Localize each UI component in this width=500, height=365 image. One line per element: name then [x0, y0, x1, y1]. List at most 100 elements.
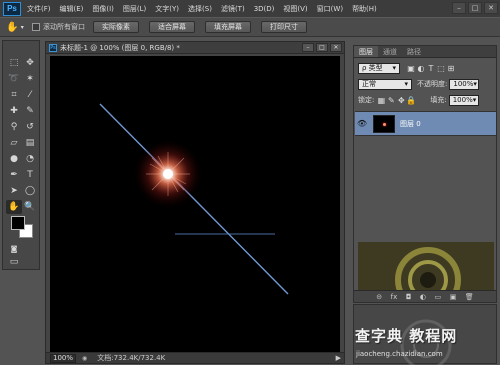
foreground-color-swatch[interactable]	[11, 216, 25, 230]
ellipse-tool-icon[interactable]: ◯	[22, 184, 38, 198]
magic-wand-tool-icon[interactable]: ✶	[22, 72, 38, 86]
text-tool-icon[interactable]: T	[22, 168, 38, 182]
scroll-all-windows-checkbox[interactable]	[32, 23, 40, 31]
path-selection-tool-icon[interactable]: ➤	[6, 184, 22, 198]
menu-filter[interactable]: 滤镜(T)	[221, 4, 245, 14]
healing-brush-tool-icon[interactable]: ✚	[6, 104, 22, 118]
smart-object-filter-icon[interactable]: ⊞	[446, 63, 456, 73]
opacity-field[interactable]: 100% ▾	[449, 78, 480, 90]
blend-mode-value: 正常	[362, 80, 376, 88]
menu-view[interactable]: 视图(V)	[283, 4, 307, 14]
artwork-preview	[358, 242, 494, 290]
type-filter-icon[interactable]: T	[426, 63, 436, 73]
pixel-filter-icon[interactable]: ▣	[406, 63, 416, 73]
opacity-label: 不透明度:	[417, 80, 448, 88]
eye-icon[interactable]: 👁	[355, 119, 369, 128]
dodge-tool-icon[interactable]: ◔	[22, 152, 38, 166]
status-bar: 100% ◉ 文档:732.4K/732.4K ▶	[46, 352, 344, 363]
add-mask-icon[interactable]: ◘	[406, 293, 412, 301]
blend-mode-dropdown[interactable]: 正常 ▾	[358, 78, 412, 90]
screen-mode-icon[interactable]: ▭	[6, 255, 22, 269]
fill-field[interactable]: 100% ▾	[448, 94, 479, 106]
opacity-value: 100%	[453, 80, 474, 88]
fill-screen-button[interactable]: 填充屏幕	[205, 21, 251, 33]
shape-filter-icon[interactable]: ⬚	[436, 63, 446, 73]
new-group-icon[interactable]: ▭	[435, 293, 442, 301]
gradient-tool-icon[interactable]: ▤	[22, 136, 38, 150]
tab-paths[interactable]: 路径	[402, 46, 426, 57]
trash-icon[interactable]: 🗑	[465, 293, 474, 301]
hand-tool-icon[interactable]: ✋	[6, 200, 22, 214]
tab-layers[interactable]: 图层	[354, 46, 378, 57]
lock-position-icon[interactable]: ✥	[396, 95, 406, 105]
menu-image[interactable]: 图像(I)	[92, 4, 114, 14]
lock-all-icon[interactable]: 🔒	[406, 95, 416, 105]
tab-channels[interactable]: 通道	[378, 46, 402, 57]
eyedropper-tool-icon[interactable]: ⁄	[22, 88, 38, 102]
brush-tool-icon[interactable]: ✎	[22, 104, 38, 118]
kind-filter-dropdown[interactable]: ρ 类型 ▾	[358, 62, 400, 74]
ps-document-icon: Ps	[49, 43, 57, 52]
lock-image-icon[interactable]: ✎	[386, 95, 396, 105]
new-layer-icon[interactable]: ▣	[450, 293, 457, 301]
blur-tool-icon[interactable]: ●	[6, 152, 22, 166]
history-brush-tool-icon[interactable]: ↺	[22, 120, 38, 134]
menu-type[interactable]: 文字(Y)	[155, 4, 179, 14]
maximize-button[interactable]: □	[468, 2, 482, 14]
fit-screen-button[interactable]: 适合屏幕	[149, 21, 195, 33]
lens-flare-artwork	[50, 56, 340, 352]
menu-help[interactable]: 帮助(H)	[352, 4, 377, 14]
crop-tool-icon[interactable]: ⌗	[6, 88, 22, 102]
watermark-text: 查字典 教程网	[355, 327, 458, 345]
pen-tool-icon[interactable]: ✒	[6, 168, 22, 182]
menu-select[interactable]: 选择(S)	[188, 4, 212, 14]
fill-value: 100%	[452, 96, 473, 104]
fill-label: 填充:	[430, 96, 447, 104]
layer-name[interactable]: 图层 0	[400, 119, 421, 129]
link-layers-icon[interactable]: ⊝	[376, 293, 382, 301]
actual-pixels-button[interactable]: 实际像素	[93, 21, 139, 33]
canvas[interactable]	[50, 56, 340, 352]
menu-bar: Ps 文件(F) 编辑(E) 图像(I) 图层(L) 文字(Y) 选择(S) 滤…	[0, 0, 500, 17]
document-window: Ps 未标题-1 @ 100% (图层 0, RGB/8) * – □ ✕ 10…	[45, 41, 345, 364]
flare-core	[163, 169, 173, 179]
adjustment-filter-icon[interactable]: ◐	[416, 63, 426, 73]
minimize-button[interactable]: –	[452, 2, 466, 14]
options-bar: ✋ ▾ 滚动所有窗口 实际像素 适合屏幕 填充屏幕 打印尺寸	[0, 17, 500, 37]
document-tab[interactable]: Ps 未标题-1 @ 100% (图层 0, RGB/8) * – □ ✕	[46, 42, 344, 54]
document-size-info: 文档:732.4K/732.4K	[97, 354, 166, 362]
layers-panel-footer: ⊝ fx ◘ ◐ ▭ ▣ 🗑	[354, 290, 496, 302]
lock-label: 锁定:	[358, 96, 375, 104]
panel-tabs: 图层 通道 路径	[354, 46, 496, 58]
zoom-field[interactable]: 100%	[50, 353, 76, 363]
marquee-tool-icon[interactable]: ⬚	[6, 56, 22, 70]
scroll-right-icon[interactable]: ▶	[336, 354, 341, 362]
close-button[interactable]: ✕	[484, 2, 498, 14]
layer-thumbnail	[373, 114, 395, 133]
doc-close-button[interactable]: ✕	[330, 43, 342, 52]
menu-layer[interactable]: 图层(L)	[123, 4, 146, 14]
doc-maximize-button[interactable]: □	[316, 43, 328, 52]
watermark-url: jiaocheng.chazidian.com	[356, 350, 443, 358]
lock-row: 锁定: ▦ ✎ ✥ 🔒 填充: 100% ▾	[358, 94, 479, 106]
eraser-tool-icon[interactable]: ▱	[6, 136, 22, 150]
clone-stamp-tool-icon[interactable]: ⚲	[6, 120, 22, 134]
move-tool-icon[interactable]: ✥	[22, 56, 38, 70]
menu-3d[interactable]: 3D(D)	[254, 5, 275, 13]
quick-mask-icon[interactable]: ◙	[6, 242, 22, 256]
doc-minimize-button[interactable]: –	[302, 43, 314, 52]
status-menu-icon[interactable]: ◉	[82, 355, 87, 362]
print-size-button[interactable]: 打印尺寸	[261, 21, 307, 33]
menu-edit[interactable]: 编辑(E)	[60, 4, 84, 14]
menu-window[interactable]: 窗口(W)	[317, 4, 343, 14]
hand-tool-preset-icon[interactable]: ✋ ▾	[4, 20, 26, 34]
lasso-tool-icon[interactable]: ➰	[6, 72, 22, 86]
lock-transparent-icon[interactable]: ▦	[376, 95, 386, 105]
photoshop-logo: Ps	[3, 1, 21, 16]
fx-icon[interactable]: fx	[391, 293, 398, 301]
zoom-tool-icon[interactable]: 🔍	[22, 200, 38, 214]
layer-row[interactable]: 👁 图层 0	[355, 111, 496, 136]
adjustment-layer-icon[interactable]: ◐	[420, 293, 426, 301]
blend-row: 正常 ▾ 不透明度: 100% ▾	[358, 78, 480, 90]
menu-file[interactable]: 文件(F)	[27, 4, 51, 14]
